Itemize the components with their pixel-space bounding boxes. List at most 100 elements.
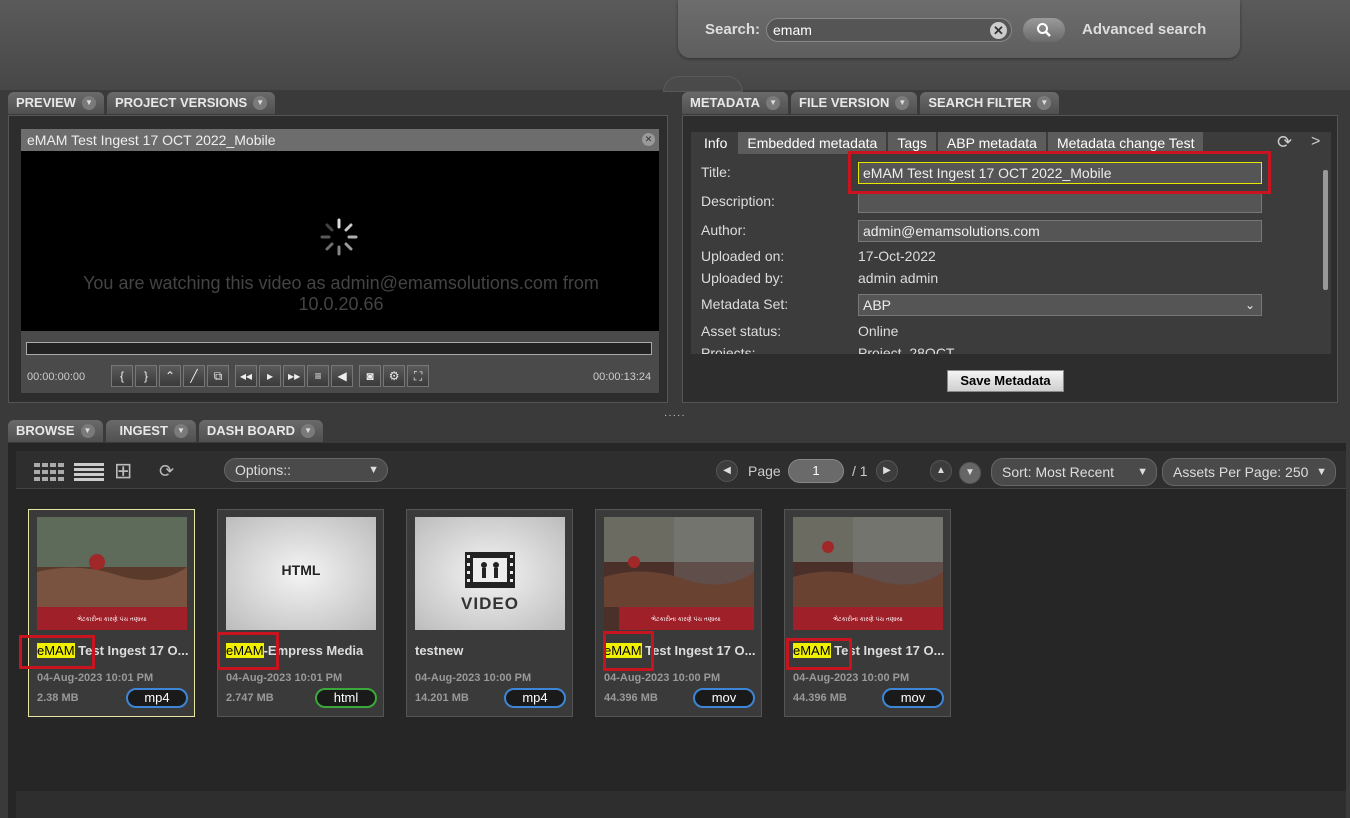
close-preview-icon[interactable]: ✕ bbox=[642, 133, 655, 146]
tab-menu-icon[interactable]: ▼ bbox=[1037, 96, 1052, 110]
caret-down-icon: ▼ bbox=[368, 464, 379, 476]
refresh-list-icon[interactable]: ⟳ bbox=[159, 461, 174, 482]
video-player[interactable]: You are watching this video as admin@ema… bbox=[21, 151, 659, 331]
asset-type-badge: mov bbox=[882, 688, 944, 708]
asset-name[interactable]: testnew bbox=[415, 643, 567, 658]
current-timecode: 00:00:00:00 bbox=[27, 371, 86, 383]
snapshot-icon[interactable]: ◙ bbox=[359, 365, 382, 387]
annotation-highlight-box bbox=[786, 638, 852, 670]
metadata-tabs: METADATA ▼ FILE VERSION ▼ SEARCH FILTER ▼ bbox=[682, 92, 1060, 114]
collapse-header-handle[interactable] bbox=[663, 76, 743, 92]
next-page-button[interactable]: ▶ bbox=[876, 460, 898, 482]
refresh-icon[interactable]: ⟳ bbox=[1277, 132, 1292, 153]
video-title: eMAM Test Ingest 17 OCT 2022_Mobile bbox=[27, 132, 276, 148]
description-field[interactable] bbox=[858, 191, 1262, 213]
html-thumb-label: HTML bbox=[281, 562, 321, 578]
list-view-icon[interactable] bbox=[74, 463, 104, 481]
go-up-icon[interactable]: ⌃ bbox=[159, 365, 181, 387]
asset-thumbnail[interactable]: HTML bbox=[226, 517, 376, 630]
play-button[interactable]: ▸ bbox=[259, 365, 282, 387]
tab-menu-icon[interactable]: ▼ bbox=[80, 424, 95, 438]
asset-card[interactable]: ભેટકારીના કારણે પંચ તણાયા eMAM Test Inge… bbox=[28, 509, 195, 717]
asset-card[interactable]: ભેટકારીના કારણે પંચ તણાયા eMAM Test Inge… bbox=[595, 509, 762, 717]
captions-icon[interactable]: ≡ bbox=[307, 365, 330, 387]
tab-menu-icon[interactable]: ▼ bbox=[766, 96, 781, 110]
svg-text:ભેટકારીના કારણે પંચ તણાયા: ભેટકારીના કારણે પંચ તણાયા bbox=[833, 615, 903, 623]
more-tabs-icon[interactable]: > bbox=[1311, 133, 1320, 151]
sort-dropdown[interactable]: Sort: Most Recent ▼ bbox=[991, 458, 1157, 486]
search-button[interactable] bbox=[1023, 18, 1065, 42]
tab-menu-icon[interactable]: ▼ bbox=[173, 424, 188, 438]
page-number-input[interactable]: 1 bbox=[788, 459, 844, 483]
sort-descending-button[interactable]: ▼ bbox=[959, 462, 981, 484]
mark-in-button[interactable]: { bbox=[111, 365, 133, 387]
page-total: / 1 bbox=[852, 463, 868, 479]
preview-tabs: PREVIEW ▼ PROJECT VERSIONS ▼ bbox=[8, 92, 276, 114]
asset-type-badge: html bbox=[315, 688, 377, 708]
annotation-highlight-box bbox=[217, 632, 279, 670]
asset-thumbnail[interactable]: ભેટકારીના કારણે પંચ તણાયા bbox=[604, 517, 754, 630]
chevron-down-icon: ⌄ bbox=[1244, 298, 1255, 312]
settings-gear-icon[interactable]: ⚙ bbox=[383, 365, 406, 387]
tab-project-versions[interactable]: PROJECT VERSIONS ▼ bbox=[106, 92, 276, 114]
preview-panel: eMAM Test Ingest 17 OCT 2022_Mobile ✕ Yo… bbox=[8, 115, 668, 403]
prev-page-button[interactable]: ◀ bbox=[716, 460, 738, 482]
browse-tabs: BROWSE ▼ INGEST ▼ DASH BOARD ▼ bbox=[8, 420, 324, 442]
tab-file-version[interactable]: FILE VERSION ▼ bbox=[791, 92, 918, 114]
asset-thumbnail[interactable]: ભેટકારીના કારણે પંચ તણાયા bbox=[37, 517, 187, 630]
sort-ascending-button[interactable]: ▲ bbox=[930, 460, 952, 482]
asset-card[interactable]: HTML eMAM-Empress Media 04-Aug-2023 10:0… bbox=[217, 509, 384, 717]
asset-status-value: Online bbox=[858, 323, 899, 339]
pencil-icon[interactable]: ╱ bbox=[183, 365, 205, 387]
top-bar: Search: emam ✕ Advanced search bbox=[0, 0, 1350, 92]
asset-card[interactable]: ભેટકારીના કારણે પંચ તણાયા eMAM Test Inge… bbox=[784, 509, 951, 717]
bottom-status-bar bbox=[16, 791, 1346, 818]
clear-search-icon[interactable]: ✕ bbox=[990, 22, 1007, 39]
subclip-icon[interactable]: ⧉ bbox=[207, 365, 229, 387]
options-dropdown[interactable]: Options:: ▼ bbox=[224, 458, 388, 482]
description-label: Description: bbox=[701, 193, 775, 209]
asset-type-badge: mp4 bbox=[126, 688, 188, 708]
volume-icon[interactable]: ◀ bbox=[331, 365, 354, 387]
author-field[interactable]: admin@emamsolutions.com bbox=[858, 220, 1262, 242]
asset-size: 14.201 MB bbox=[415, 692, 469, 704]
fullscreen-icon[interactable]: ⛶ bbox=[407, 365, 430, 387]
asset-date: 04-Aug-2023 10:01 PM bbox=[37, 672, 154, 684]
tab-preview[interactable]: PREVIEW ▼ bbox=[8, 92, 104, 114]
annotation-highlight-box bbox=[848, 151, 1271, 194]
metadata-set-select[interactable]: ABP ⌄ bbox=[858, 294, 1262, 316]
seek-bar[interactable] bbox=[26, 342, 652, 355]
save-metadata-button[interactable]: Save Metadata bbox=[947, 370, 1064, 392]
asset-thumbnail[interactable]: VIDEO bbox=[415, 517, 565, 630]
rewind-button[interactable]: ◂◂ bbox=[235, 365, 258, 387]
tab-ingest[interactable]: INGEST ▼ bbox=[105, 420, 196, 442]
search-input[interactable]: emam bbox=[766, 18, 1012, 42]
asset-card[interactable]: VIDEO testnew 04-Aug-2023 10:00 PM 14.20… bbox=[406, 509, 573, 717]
add-asset-icon[interactable]: ⊞ bbox=[114, 458, 132, 484]
tab-dashboard[interactable]: DASH BOARD ▼ bbox=[198, 420, 324, 442]
metadata-scrollbar[interactable] bbox=[1323, 170, 1328, 290]
mark-out-button[interactable]: } bbox=[135, 365, 157, 387]
player-controls: 00:00:00:00 { } ⌃ ╱ ⧉ ◂◂ ▸ ▸▸ ≡ ◀ ◙ ⚙ ⛶ … bbox=[21, 331, 659, 393]
caret-down-icon: ▼ bbox=[1137, 466, 1148, 478]
metadata-set-label: Metadata Set: bbox=[701, 296, 789, 312]
search-label: Search: bbox=[705, 21, 761, 38]
tab-menu-icon[interactable]: ▼ bbox=[81, 96, 96, 110]
assets-per-page-dropdown[interactable]: Assets Per Page: 250 ▼ bbox=[1162, 458, 1336, 486]
video-thumb-label: VIDEO bbox=[461, 594, 519, 613]
tab-menu-icon[interactable]: ▼ bbox=[301, 424, 316, 438]
splitter-handle[interactable]: ····· bbox=[664, 410, 686, 421]
tab-browse[interactable]: BROWSE ▼ bbox=[8, 420, 103, 442]
magnifier-icon bbox=[1037, 23, 1051, 37]
advanced-search-link[interactable]: Advanced search bbox=[1082, 21, 1206, 38]
tab-search-filter[interactable]: SEARCH FILTER ▼ bbox=[920, 92, 1060, 114]
tab-menu-icon[interactable]: ▼ bbox=[895, 96, 910, 110]
asset-type-badge: mov bbox=[693, 688, 755, 708]
fast-forward-button[interactable]: ▸▸ bbox=[283, 365, 306, 387]
annotation-highlight-box bbox=[603, 631, 654, 671]
tab-menu-icon[interactable]: ▼ bbox=[253, 96, 268, 110]
tab-metadata[interactable]: METADATA ▼ bbox=[682, 92, 789, 114]
asset-thumbnail[interactable]: ભેટકારીના કારણે પંચ તણાયા bbox=[793, 517, 943, 630]
tab-info[interactable]: Info bbox=[695, 132, 737, 154]
grid-view-icon[interactable] bbox=[34, 463, 64, 481]
